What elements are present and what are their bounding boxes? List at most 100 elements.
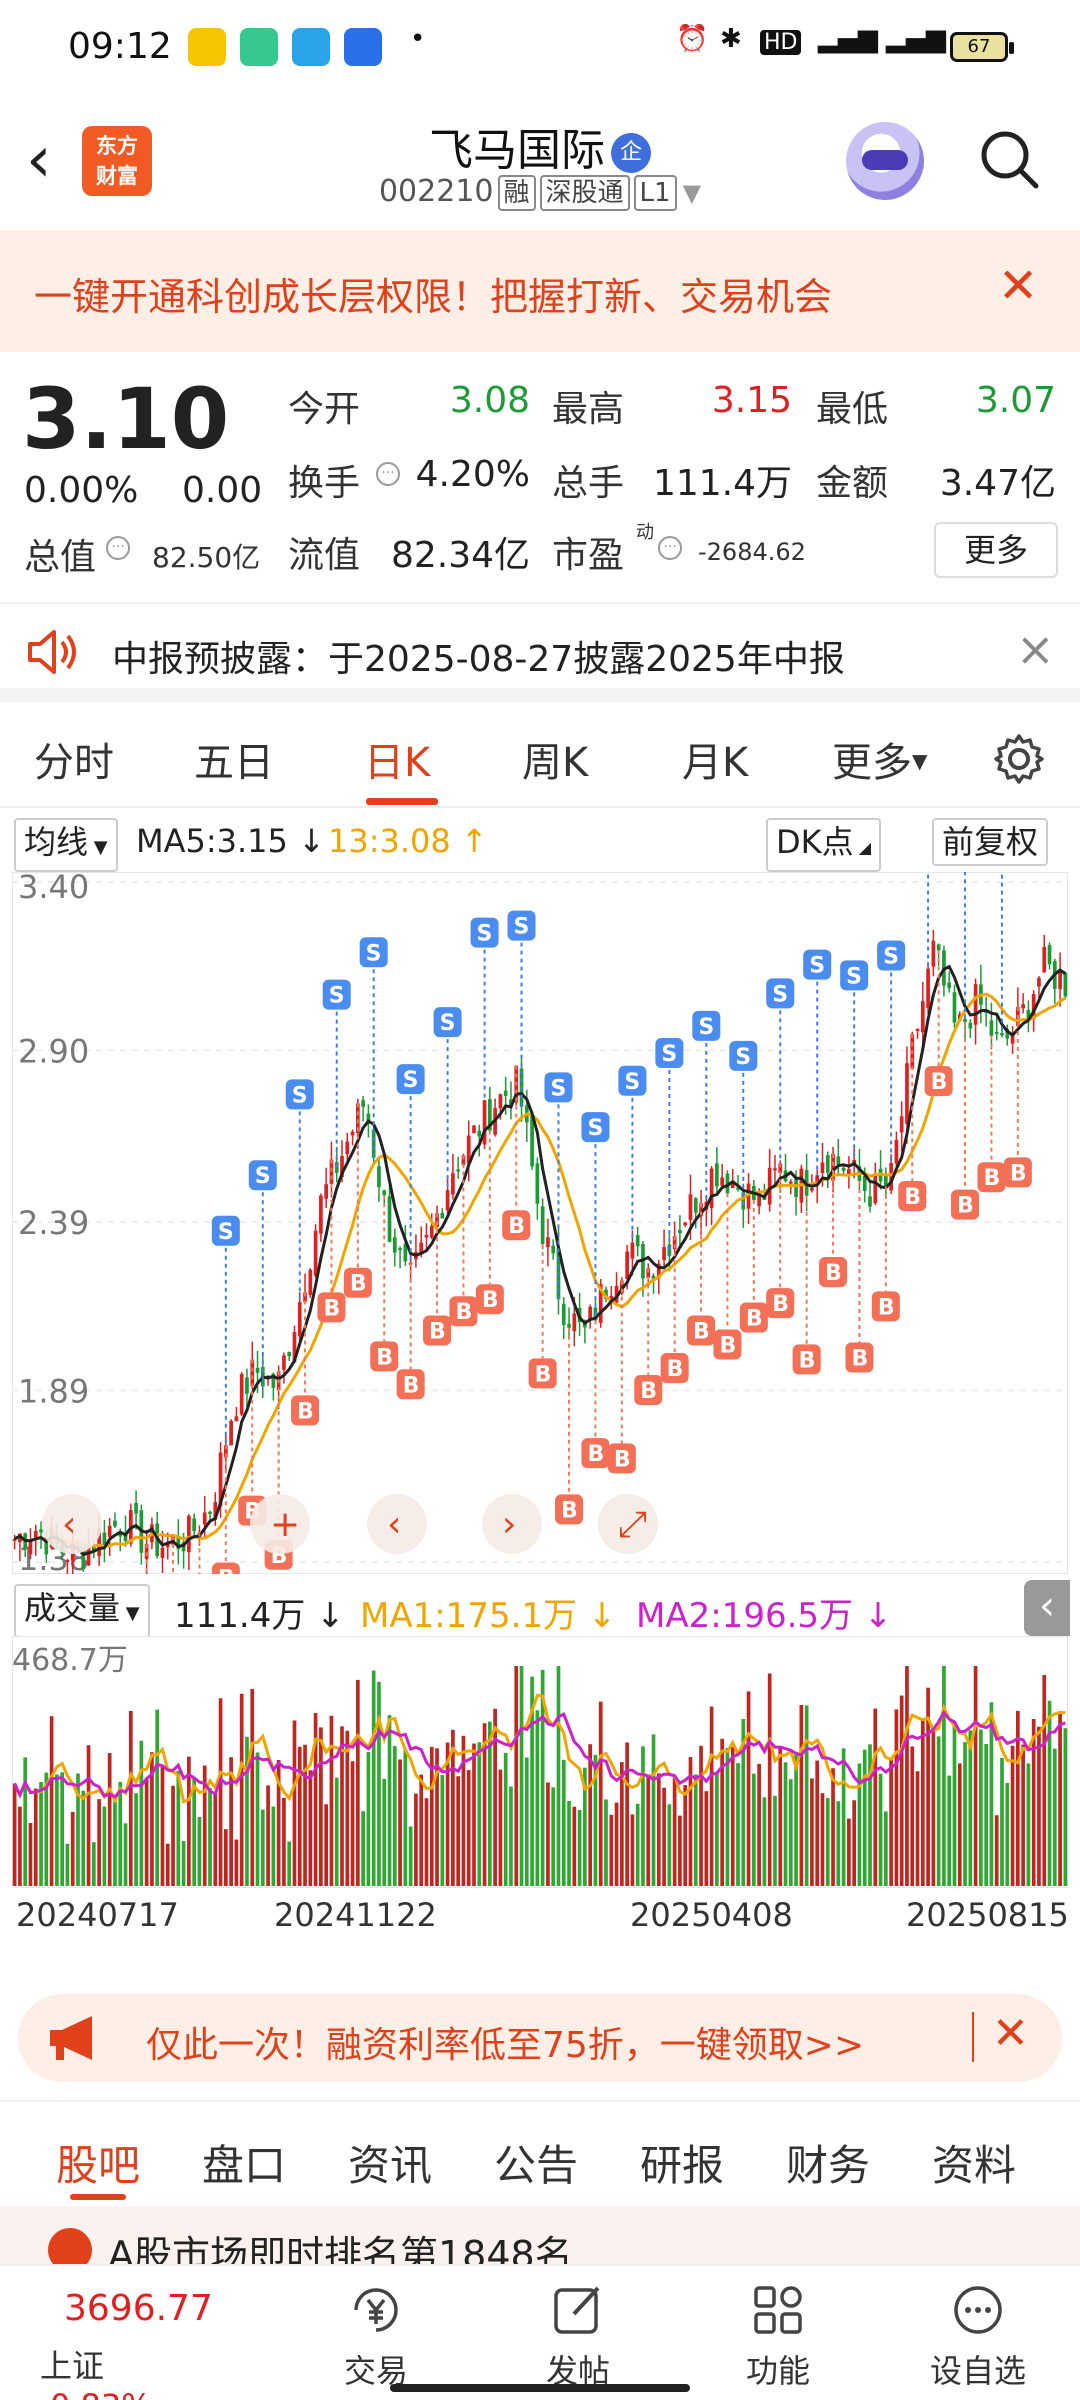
close-icon[interactable]: × xyxy=(1016,622,1055,676)
volume-bar xyxy=(889,1758,893,1886)
volume-bar xyxy=(123,1823,128,1886)
tab-forum[interactable]: 股吧 xyxy=(56,2132,140,2193)
candle-body xyxy=(424,1234,429,1238)
buy-marker-label: B xyxy=(429,1319,446,1344)
tab-daily-k[interactable]: 日K xyxy=(364,730,430,788)
info-icon[interactable]: ··· xyxy=(658,536,682,560)
dk-label: DK点 xyxy=(776,823,854,861)
notice-bar[interactable]: 中报预披露：于2025-08-27披露2025年中报 × xyxy=(0,602,1080,702)
volume-bar xyxy=(414,1793,418,1886)
info-icon[interactable]: ··· xyxy=(106,536,130,560)
candle-body xyxy=(588,1306,593,1320)
tab-profile[interactable]: 资料 xyxy=(932,2132,1016,2193)
sell-marker-label: S xyxy=(292,1083,308,1108)
sell-marker-label: S xyxy=(514,915,530,940)
volume-bar xyxy=(392,1746,397,1886)
tab-weekly-k[interactable]: 周K xyxy=(522,730,588,788)
volume-chart[interactable]: 468.7万 xyxy=(12,1636,1068,1888)
volume-bar xyxy=(65,1843,70,1886)
volume-bar xyxy=(1005,1782,1010,1886)
volume-bar xyxy=(720,1738,725,1886)
volume-bar xyxy=(572,1806,577,1886)
buy-marker-label: B xyxy=(482,1288,499,1313)
sell-marker-label: S xyxy=(661,1042,677,1067)
edit-icon xyxy=(554,2286,600,2334)
chart-prev-button-icon: ‹ xyxy=(62,1504,76,1545)
app-icon-2 xyxy=(344,28,382,66)
nav-functions[interactable]: 功能 xyxy=(708,2280,848,2392)
volume-bar xyxy=(968,1730,973,1886)
candle-body xyxy=(947,982,952,988)
caret-down-icon: ▼ xyxy=(88,837,108,858)
volume-bar xyxy=(239,1693,244,1886)
volume-bar xyxy=(757,1763,761,1886)
tab-monthly-k[interactable]: 月K xyxy=(682,730,748,788)
volume-select[interactable]: 成交量 ▼ xyxy=(14,1584,150,1638)
margin-ad-banner[interactable]: 仅此一次！融资利率低至75折，一键领取>> ✕ xyxy=(18,1994,1062,2082)
volume-bar xyxy=(223,1829,228,1886)
volume-bar xyxy=(1026,1763,1031,1886)
volume-bar xyxy=(387,1715,392,1886)
index-value: 3696.77 xyxy=(64,2288,213,2329)
volume-bar xyxy=(334,1777,339,1886)
candle-body xyxy=(1058,971,1062,989)
candle-body xyxy=(398,1248,402,1251)
search-icon[interactable] xyxy=(978,128,1040,190)
dk-point-select[interactable]: DK点 ◢ xyxy=(766,818,882,872)
volume-bar xyxy=(831,1768,835,1886)
alarm-icon: ⏰ xyxy=(676,24,709,54)
promo-banner[interactable]: 一键开通科创成长层权限！把握打新、交易机会 ✕ xyxy=(0,230,1080,352)
index-ticker[interactable]: 3696.77 上证 0.83% xyxy=(40,2288,230,2400)
assistant-robot-icon[interactable] xyxy=(846,122,924,200)
tab-research[interactable]: 研报 xyxy=(640,2132,724,2193)
rank-icon xyxy=(48,2228,92,2264)
adjust-select[interactable]: 前复权 xyxy=(932,818,1049,866)
volume-frame xyxy=(12,1636,1068,1888)
section-tabs: 股吧 盘口 资讯 公告 研报 财务 资料 xyxy=(0,2100,1080,2204)
volume-bar xyxy=(630,1814,635,1886)
volume-bar xyxy=(160,1766,165,1886)
tab-news[interactable]: 资讯 xyxy=(348,2132,432,2193)
tab-order-book[interactable]: 盘口 xyxy=(202,2132,286,2193)
ma-select-label: 均线 xyxy=(24,823,89,861)
volume-bar xyxy=(651,1734,656,1886)
close-icon[interactable]: ✕ xyxy=(992,2008,1029,2059)
info-icon[interactable]: ··· xyxy=(376,462,400,486)
tab-announcements[interactable]: 公告 xyxy=(494,2132,578,2193)
volume-label: 总手 xyxy=(552,463,625,504)
tab-more[interactable]: 更多▼ xyxy=(832,730,927,788)
volume-bar xyxy=(308,1770,313,1886)
candle-body xyxy=(472,1125,476,1133)
buy-marker-label: B xyxy=(983,1166,1000,1191)
candle-body xyxy=(28,1541,33,1555)
sell-marker-label: S xyxy=(218,1220,234,1245)
collapse-panel-button[interactable]: ‹ xyxy=(1024,1580,1070,1636)
tab-intraday[interactable]: 分时 xyxy=(34,730,114,788)
ma-select[interactable]: 均线 ▼ xyxy=(14,818,118,872)
volume-bar xyxy=(144,1777,149,1886)
status-bar: 09:12 • ⏰ ✱ HD ▂▄▆ ▂▄▆ 67 xyxy=(0,0,1080,96)
volume-bar xyxy=(815,1760,820,1886)
nav-trade[interactable]: 交易 xyxy=(306,2280,446,2392)
nav-post[interactable]: 发帖 xyxy=(508,2280,648,2392)
volume-bar xyxy=(614,1802,619,1886)
nav-add-watchlist[interactable]: 设自选 xyxy=(908,2280,1048,2392)
candlestick-chart[interactable]: 3.402.902.391.891.38SSSSSSSSSSSSSSSSSSSS… xyxy=(12,872,1068,1574)
volume-bar xyxy=(377,1681,381,1886)
candle-body xyxy=(377,1166,381,1188)
candle-body xyxy=(287,1351,292,1356)
more-button[interactable]: 更多 xyxy=(934,522,1058,578)
candle-body xyxy=(540,1206,545,1244)
close-icon[interactable]: ✕ xyxy=(998,258,1038,314)
buy-marker-label: B xyxy=(535,1362,552,1387)
ad-text: 仅此一次！融资利率低至75折，一键领取>> xyxy=(146,2025,865,2066)
stock-code: 002210 xyxy=(378,174,494,209)
sell-marker-label: S xyxy=(883,944,899,969)
gear-icon[interactable] xyxy=(992,732,1046,786)
tab-financials[interactable]: 财务 xyxy=(786,2132,870,2193)
candle-body xyxy=(683,1222,688,1226)
volume-max-label: 468.7万 xyxy=(12,1643,128,1678)
tab-five-day[interactable]: 五日 xyxy=(194,730,274,788)
buy-marker-label: B xyxy=(667,1357,684,1382)
forum-peek-row[interactable]: A股市场即时排名第1848名 xyxy=(0,2206,1080,2264)
